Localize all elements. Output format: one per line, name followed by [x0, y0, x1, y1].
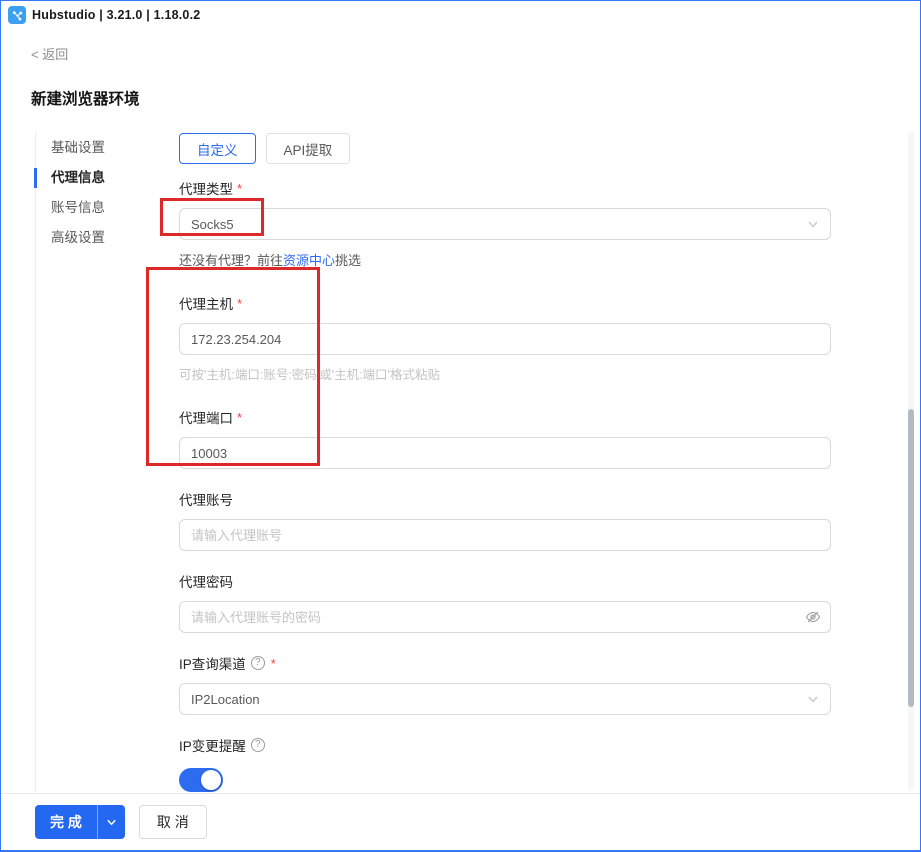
proxy-port-label: 代理端口 * [179, 407, 831, 427]
help-question-icon[interactable] [251, 656, 265, 670]
help-question-icon[interactable] [251, 738, 265, 752]
footer-bar: 完 成 取 消 [1, 793, 920, 850]
proxy-form: 自定义 API提取 代理类型 * Socks5 还没有代理？前往资源中心挑选 代… [179, 133, 831, 792]
required-asterisk: * [271, 656, 276, 671]
ip-change-reminder-label: IP变更提醒 [179, 735, 831, 755]
required-asterisk: * [237, 181, 242, 196]
proxy-host-label: 代理主机 * [179, 293, 831, 313]
password-visibility-icon[interactable] [805, 609, 821, 625]
page-title: 新建浏览器环境 [31, 87, 920, 109]
proxy-port-input[interactable] [179, 437, 831, 469]
scrollbar-track[interactable] [908, 131, 914, 791]
ip-change-reminder-toggle[interactable] [179, 768, 223, 792]
paste-format-help: 可按'主机:端口:账号:密码'或'主机:端口'格式粘贴 [179, 364, 831, 383]
window-title: Hubstudio | 3.21.0 | 1.18.0.2 [32, 8, 200, 22]
app-logo-icon [8, 6, 26, 24]
proxy-type-select[interactable]: Socks5 [179, 208, 831, 240]
chevron-down-icon [807, 218, 819, 230]
sidebar-item-proxy-info[interactable]: 代理信息 [36, 163, 151, 193]
back-link[interactable]: < 返回 [31, 44, 68, 63]
app-window: Hubstudio | 3.21.0 | 1.18.0.2 < 返回 新建浏览器… [0, 0, 921, 852]
cancel-button[interactable]: 取 消 [139, 805, 207, 839]
proxy-account-input[interactable] [179, 519, 831, 551]
confirm-button[interactable]: 完 成 [35, 805, 97, 839]
sidebar-item-advanced-settings[interactable]: 高级设置 [36, 223, 151, 253]
proxy-account-label: 代理账号 [179, 489, 831, 509]
no-proxy-hint: 还没有代理？前往资源中心挑选 [179, 250, 831, 269]
required-asterisk: * [237, 410, 242, 425]
proxy-password-input[interactable] [179, 601, 831, 633]
ip-channel-select[interactable]: IP2Location [179, 683, 831, 715]
proxy-host-input[interactable] [179, 323, 831, 355]
proxy-password-label: 代理密码 [179, 571, 831, 591]
scrollbar-thumb[interactable] [908, 409, 914, 707]
titlebar: Hubstudio | 3.21.0 | 1.18.0.2 [1, 1, 920, 29]
confirm-dropdown-button[interactable] [97, 805, 125, 839]
proxy-mode-tabs: 自定义 API提取 [179, 133, 831, 164]
tab-api-extract[interactable]: API提取 [266, 133, 351, 164]
sidebar-item-basic-settings[interactable]: 基础设置 [36, 133, 151, 163]
resource-center-link[interactable]: 资源中心 [283, 253, 335, 268]
tab-custom[interactable]: 自定义 [179, 133, 256, 164]
required-asterisk: * [237, 296, 242, 311]
sidebar-item-account-info[interactable]: 账号信息 [36, 193, 151, 223]
sidebar-menu: 基础设置 代理信息 账号信息 高级设置 [35, 133, 151, 792]
proxy-type-label: 代理类型 * [179, 178, 831, 198]
ip-channel-value: IP2Location [191, 692, 260, 707]
chevron-down-icon [807, 693, 819, 705]
main-content: 基础设置 代理信息 账号信息 高级设置 自定义 API提取 代理类型 * Soc… [1, 133, 920, 792]
proxy-type-value: Socks5 [191, 217, 234, 232]
confirm-split-button: 完 成 [35, 805, 125, 839]
proxy-password-wrap [179, 601, 831, 633]
ip-channel-label: IP查询渠道 * [179, 653, 831, 673]
toggle-knob [201, 770, 221, 790]
